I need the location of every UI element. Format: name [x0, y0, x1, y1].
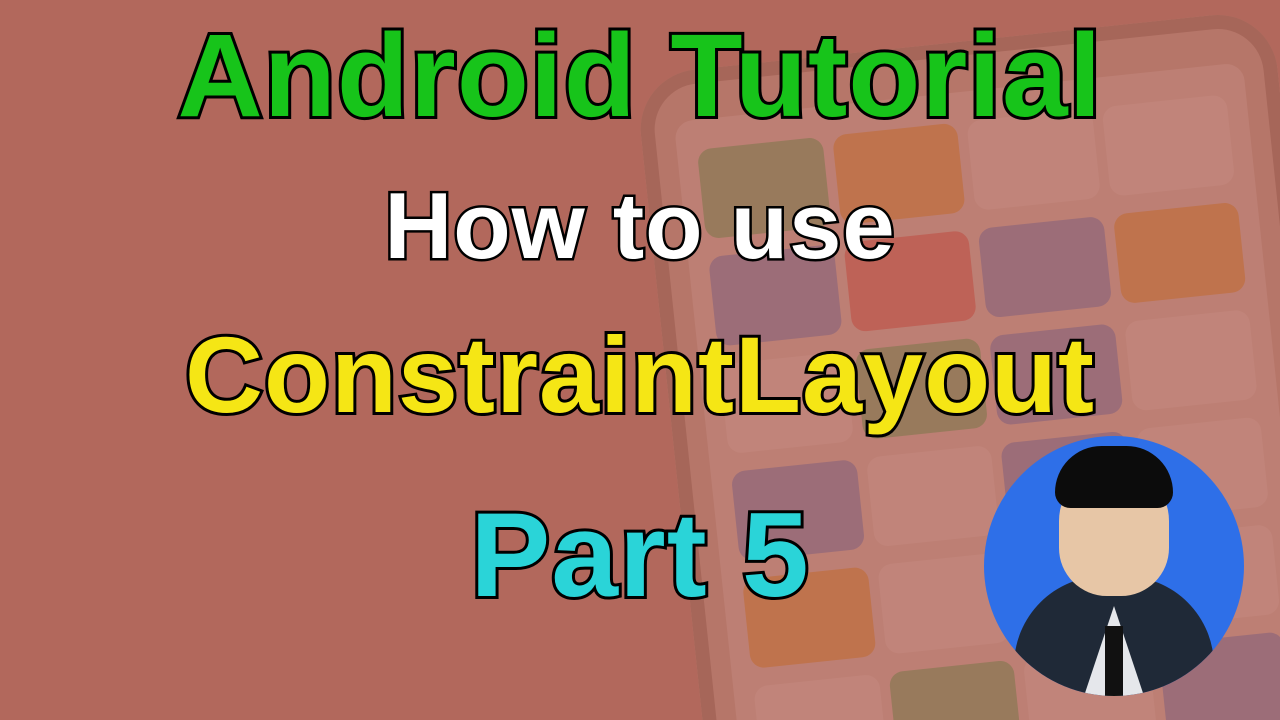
avatar-hair	[1055, 446, 1173, 508]
title-line-2: How to use	[30, 172, 1250, 280]
avatar-tie	[1105, 626, 1123, 696]
title-line-1: Android Tutorial	[30, 8, 1250, 144]
thumbnail-stage: Android Tutorial How to use ConstraintLa…	[0, 0, 1280, 720]
title-line-3: ConstraintLayout	[30, 312, 1250, 437]
presenter-avatar	[984, 436, 1244, 696]
